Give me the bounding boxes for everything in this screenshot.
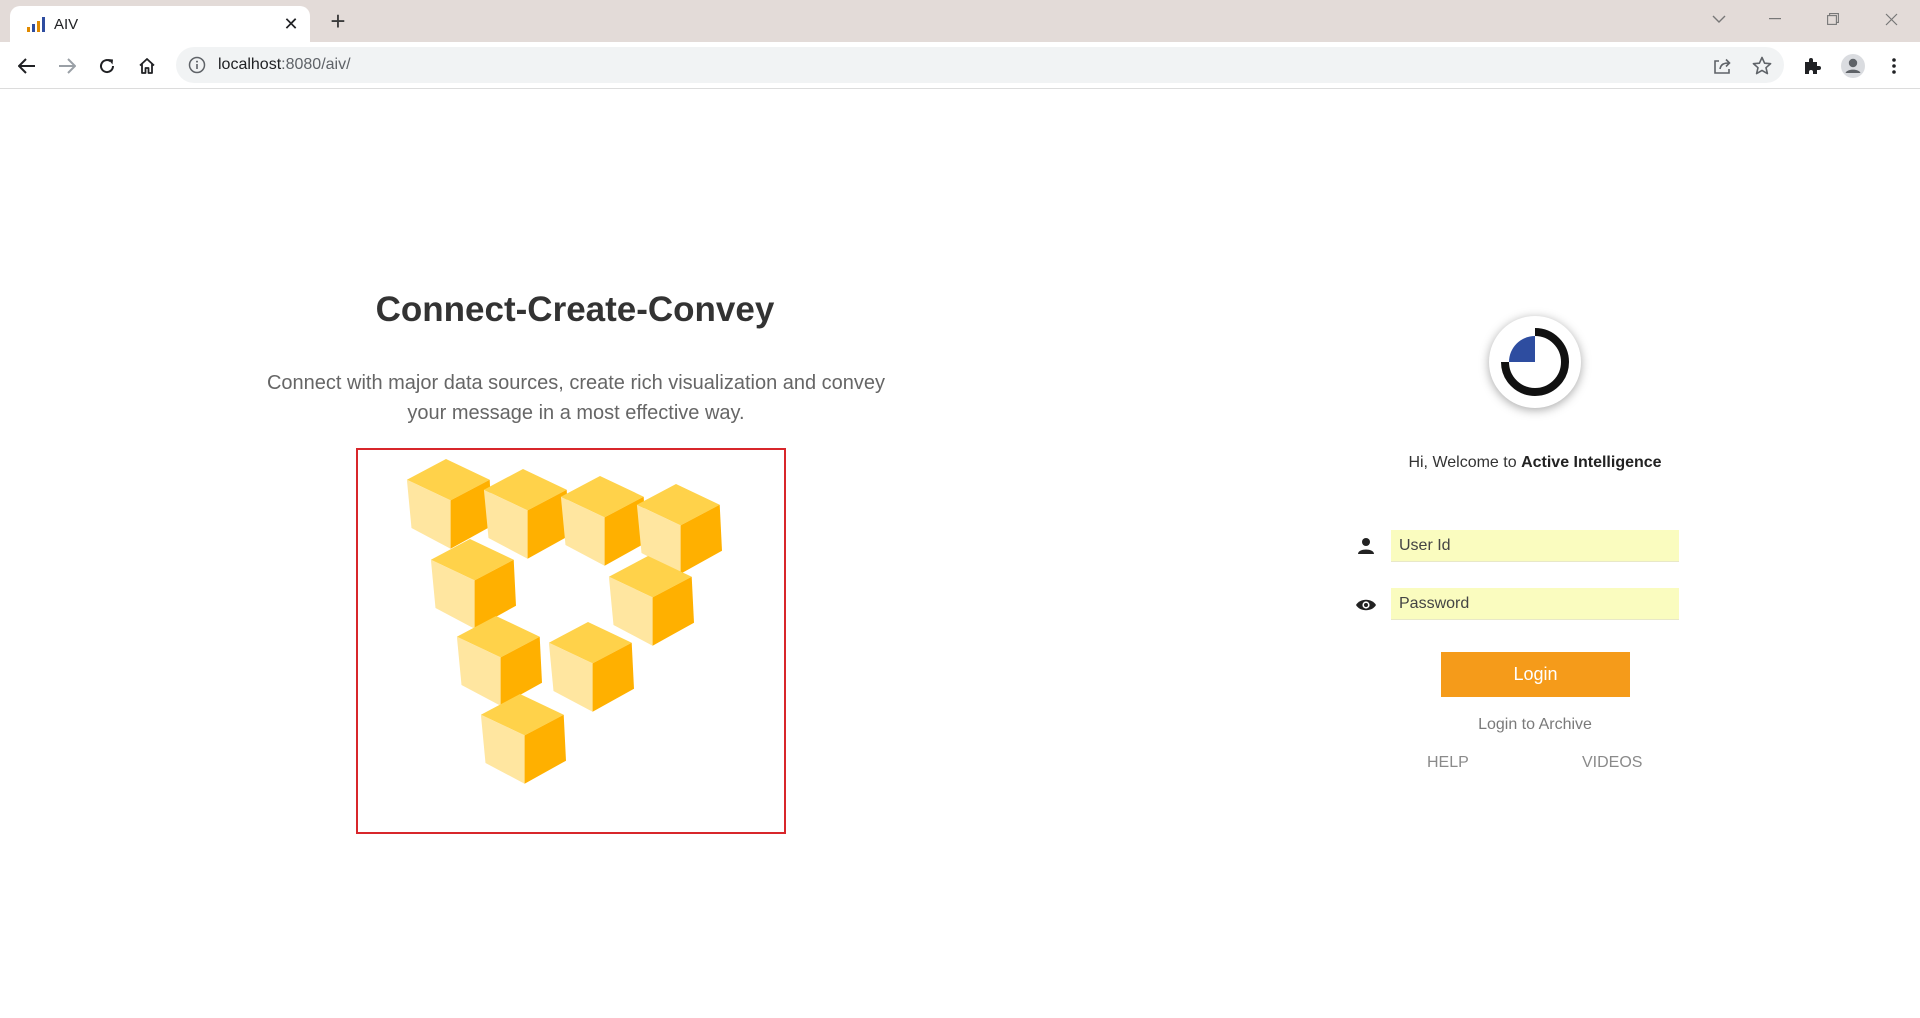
cube-7 [456, 616, 542, 706]
eye-icon[interactable] [1354, 593, 1378, 617]
cube-9 [480, 694, 566, 784]
page-title: Connect-Create-Convey [375, 290, 775, 329]
browser-toolbar: localhost:8080/aiv/ [0, 42, 1920, 89]
tab-title: AIV [54, 16, 79, 33]
cube-3 [560, 476, 646, 566]
puzzle-icon[interactable] [1797, 51, 1827, 81]
app-logo [1489, 316, 1581, 408]
browser-tabstrip: AIV ✕ + [0, 0, 1920, 42]
cube-5 [430, 539, 516, 629]
user-id-input[interactable] [1391, 530, 1679, 562]
reload-icon[interactable] [92, 51, 122, 81]
welcome-brand: Active Intelligence [1521, 454, 1662, 471]
url-path: :8080/aiv/ [281, 56, 351, 73]
share-icon[interactable] [1711, 55, 1733, 77]
info-icon[interactable] [188, 56, 206, 74]
star-icon[interactable] [1751, 55, 1773, 77]
profile-icon[interactable] [1838, 51, 1868, 81]
page-subtitle: Connect with major data sources, create … [260, 368, 892, 428]
tab-close-icon[interactable]: ✕ [281, 14, 301, 34]
minimize-icon[interactable] [1760, 6, 1790, 32]
login-button[interactable]: Login [1441, 652, 1630, 697]
subtitle-line-2: your message in a most effective way. [407, 402, 745, 424]
logo-ring-icon [1501, 328, 1569, 396]
aiv-bars-icon [27, 17, 45, 32]
restore-icon[interactable] [1818, 6, 1848, 32]
home-icon[interactable] [132, 51, 162, 81]
impossible-triangle-cubes-icon [406, 459, 722, 784]
url-host: localhost [218, 56, 282, 73]
login-to-archive-link[interactable]: Login to Archive [1435, 716, 1635, 734]
hero-image-frame [356, 448, 786, 834]
new-tab-icon[interactable]: + [325, 8, 351, 34]
address-url[interactable]: localhost:8080/aiv/ [218, 56, 351, 74]
address-bar[interactable]: localhost:8080/aiv/ [176, 47, 1784, 83]
help-link[interactable]: HELP [1427, 754, 1469, 772]
welcome-prefix: Hi, Welcome to [1408, 454, 1522, 471]
cube-8 [548, 622, 634, 712]
back-arrow-icon[interactable] [12, 51, 42, 81]
videos-link[interactable]: VIDEOS [1582, 754, 1642, 772]
user-icon [1354, 534, 1378, 558]
window-close-icon[interactable] [1876, 6, 1906, 32]
forward-arrow-icon[interactable] [52, 51, 82, 81]
tab-search-icon[interactable] [1704, 6, 1734, 32]
kebab-menu-icon[interactable] [1879, 51, 1909, 81]
subtitle-line-1: Connect with major data sources, create … [266, 372, 886, 394]
cube-1 [406, 459, 492, 549]
welcome-message: Hi, Welcome to Active Intelligence [1335, 454, 1735, 472]
browser-tab[interactable]: AIV ✕ [10, 6, 310, 42]
cube-2 [483, 469, 569, 559]
password-input[interactable] [1391, 588, 1679, 620]
